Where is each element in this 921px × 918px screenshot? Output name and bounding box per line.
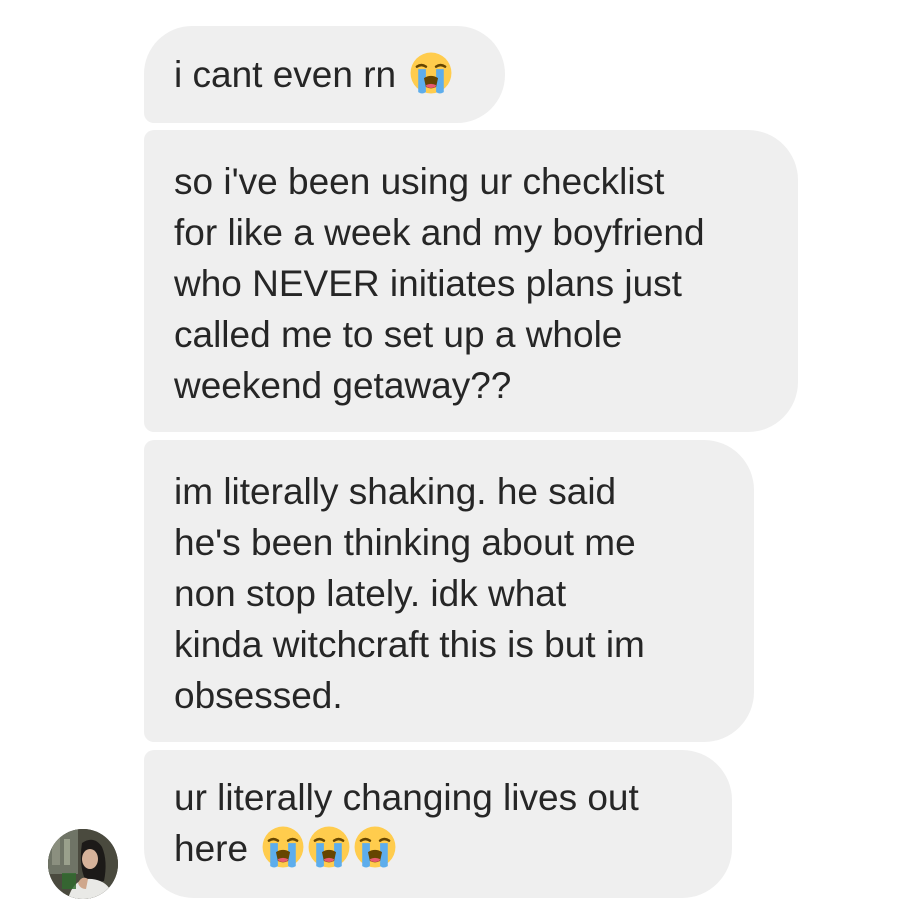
message-line: for like a week and my boyfriend (174, 212, 705, 253)
message-line: obsessed. (174, 675, 343, 716)
message-bubble[interactable]: im literally shaking. he said he's been … (144, 440, 754, 742)
message-line: who NEVER initiates plans just (174, 263, 682, 304)
message-bubble[interactable]: so i've been using ur checklist for like… (144, 130, 798, 432)
message-line: kinda witchcraft this is but im (174, 624, 645, 665)
loudly-crying-face-icon (352, 824, 398, 870)
message-line: here (174, 823, 702, 874)
profile-photo-avatar (48, 829, 118, 899)
message-line: called me to set up a whole (174, 314, 623, 355)
loudly-crying-face-icon (306, 824, 352, 870)
message-line: so i've been using ur checklist (174, 161, 665, 202)
message-line: ur literally changing lives out (174, 777, 639, 818)
message-line: weekend getaway?? (174, 365, 512, 406)
message-thread: i cant even rn so i've been using ur che… (0, 0, 921, 918)
message-line: non stop lately. idk what (174, 573, 567, 614)
message-bubble[interactable]: ur literally changing lives out here (144, 750, 732, 898)
message-bubble[interactable]: i cant even rn (144, 26, 505, 123)
loudly-crying-face-icon (260, 824, 306, 870)
sender-avatar[interactable] (48, 829, 118, 899)
message-line: he's been thinking about me (174, 522, 636, 563)
message-line: i cant even rn (174, 49, 475, 100)
loudly-crying-face-icon (408, 50, 454, 96)
message-line: im literally shaking. he said (174, 471, 617, 512)
